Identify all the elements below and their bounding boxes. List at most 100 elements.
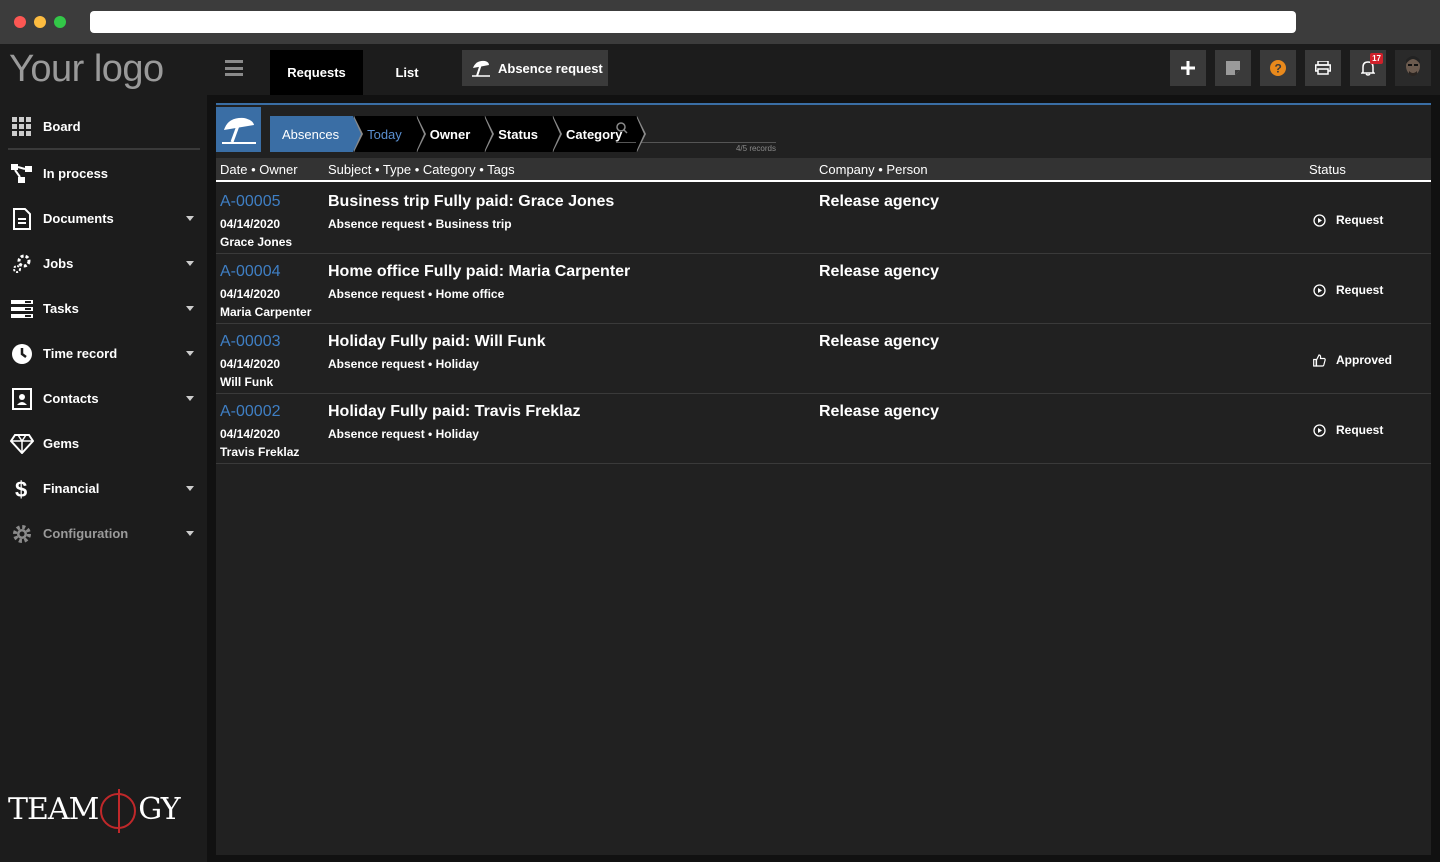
status-label: Approved — [1336, 353, 1393, 367]
sidebar-item-time-record[interactable]: Time record — [0, 331, 207, 376]
plus-icon — [1181, 61, 1195, 75]
tasks-icon — [10, 297, 34, 321]
help-button[interactable]: ? — [1260, 50, 1296, 86]
play-circle-icon — [1313, 213, 1326, 227]
status-badge: Request — [1313, 423, 1383, 437]
logo: Your logo — [9, 48, 164, 90]
svg-text:?: ? — [1275, 62, 1282, 76]
sidebar-item-label: Time record — [43, 346, 118, 361]
close-window-button[interactable] — [14, 16, 26, 28]
sidebar-item-label: Configuration — [43, 526, 129, 541]
request-company: Release agency — [819, 193, 940, 210]
tab-requests[interactable]: Requests — [270, 50, 363, 95]
minimize-window-button[interactable] — [34, 16, 46, 28]
request-company: Release agency — [819, 263, 940, 280]
play-circle-icon — [1313, 423, 1326, 437]
dollar-icon: $ — [10, 477, 34, 501]
avatar[interactable] — [1395, 50, 1431, 86]
request-subject: Home office Fully paid: Maria Carpenter — [328, 263, 631, 280]
address-bar[interactable] — [90, 11, 1296, 33]
chevron-down-icon — [186, 351, 194, 356]
request-owner: Will Funk — [220, 375, 274, 389]
table-row[interactable]: A-00003 04/14/2020 Will Funk Holiday Ful… — [216, 324, 1431, 394]
filter-owner[interactable]: Owner — [417, 116, 495, 152]
sticky-note-icon — [1226, 61, 1240, 75]
document-icon — [10, 207, 34, 231]
diamond-icon — [10, 432, 34, 456]
filter-today[interactable]: Today — [355, 116, 426, 152]
table-row[interactable]: A-00002 04/14/2020 Travis Freklaz Holida… — [216, 394, 1431, 464]
brand-text-left: TEAM — [8, 792, 99, 827]
sidebar-item-documents[interactable]: Documents — [0, 196, 207, 241]
sidebar-item-label: Gems — [43, 436, 80, 451]
user-avatar-icon — [1406, 56, 1420, 76]
request-subject: Business trip Fully paid: Grace Jones — [328, 193, 615, 210]
request-id-link[interactable]: A-00004 — [220, 263, 281, 281]
sidebar-item-gems[interactable]: Gems — [0, 421, 207, 466]
grid-icon — [10, 115, 34, 139]
crosshair-icon — [100, 789, 137, 833]
request-id-link[interactable]: A-00003 — [220, 333, 281, 351]
column-header-status[interactable]: Status — [1309, 162, 1346, 177]
sidebar-item-label: Documents — [43, 211, 114, 226]
request-date: 04/14/2020 — [220, 217, 281, 231]
request-date: 04/14/2020 — [220, 427, 281, 441]
sidebar-item-configuration[interactable]: Configuration — [0, 511, 207, 556]
play-circle-icon — [1313, 283, 1326, 297]
request-owner: Grace Jones — [220, 235, 293, 249]
add-button[interactable] — [1170, 50, 1206, 86]
absence-request-label: Absence request — [498, 60, 603, 76]
chevron-down-icon — [186, 531, 194, 536]
chevron-down-icon — [186, 486, 194, 491]
table-row[interactable]: A-00004 04/14/2020 Maria Carpenter Home … — [216, 254, 1431, 324]
print-button[interactable] — [1305, 50, 1341, 86]
sidebar-item-contacts[interactable]: Contacts — [0, 376, 207, 421]
table-row[interactable]: A-00005 04/14/2020 Grace Jones Business … — [216, 184, 1431, 254]
sidebar-item-board[interactable]: Board — [0, 104, 207, 149]
column-header-company[interactable]: Company • Person — [819, 162, 928, 177]
sidebar-item-label: Tasks — [43, 301, 79, 316]
gear-icon — [10, 522, 34, 546]
chevron-down-icon — [186, 306, 194, 311]
absence-request-button[interactable]: Absence request — [462, 50, 608, 86]
svg-text:$: $ — [15, 477, 27, 501]
sidebar-item-label: Board — [43, 119, 81, 134]
request-id-link[interactable]: A-00005 — [220, 193, 281, 211]
sidebar-item-jobs[interactable]: Jobs — [0, 241, 207, 286]
sidebar-item-label: In process — [43, 166, 109, 181]
hamburger-menu-icon[interactable] — [225, 60, 243, 76]
sidebar: Your logo Board In process Documents Job… — [0, 44, 207, 862]
topbar: Requests List Absence request ? 17 — [207, 44, 1440, 95]
help-icon: ? — [1270, 60, 1286, 76]
request-owner: Travis Freklaz — [220, 445, 300, 459]
gears-icon — [10, 252, 34, 276]
sidebar-item-financial[interactable]: $ Financial — [0, 466, 207, 511]
request-id-link[interactable]: A-00002 — [220, 403, 281, 421]
sidebar-nav: Board In process Documents Jobs Tasks Ti… — [0, 104, 207, 556]
brand-logo: TEAM GY — [8, 789, 181, 833]
sidebar-item-label: Financial — [43, 481, 100, 496]
request-type-category: Absence request • Holiday — [328, 427, 479, 441]
filter-absences[interactable]: Absences — [270, 116, 364, 152]
main-panel: Absences Today Owner Status Category 4/5… — [216, 103, 1431, 855]
search-icon — [616, 122, 628, 134]
sidebar-item-in-process[interactable]: In process — [0, 151, 207, 196]
request-company: Release agency — [819, 403, 940, 420]
thumbs-up-icon — [1313, 353, 1326, 367]
printer-icon — [1315, 61, 1331, 75]
filter-status[interactable]: Status — [486, 116, 562, 152]
filter-breadcrumb: Absences Today Owner Status Category — [270, 116, 647, 152]
notifications-button[interactable]: 17 — [1350, 50, 1386, 86]
sidebar-item-tasks[interactable]: Tasks — [0, 286, 207, 331]
column-header-subject[interactable]: Subject • Type • Category • Tags — [328, 162, 515, 177]
tab-list[interactable]: List — [363, 50, 451, 95]
request-company: Release agency — [819, 333, 940, 350]
clock-icon — [10, 342, 34, 366]
column-header-date-owner[interactable]: Date • Owner — [220, 162, 298, 177]
note-button[interactable] — [1215, 50, 1251, 86]
browser-chrome — [0, 0, 1440, 44]
sidebar-item-label: Contacts — [43, 391, 99, 406]
notification-badge: 17 — [1370, 53, 1383, 64]
beach-umbrella-icon — [472, 59, 490, 77]
maximize-window-button[interactable] — [54, 16, 66, 28]
